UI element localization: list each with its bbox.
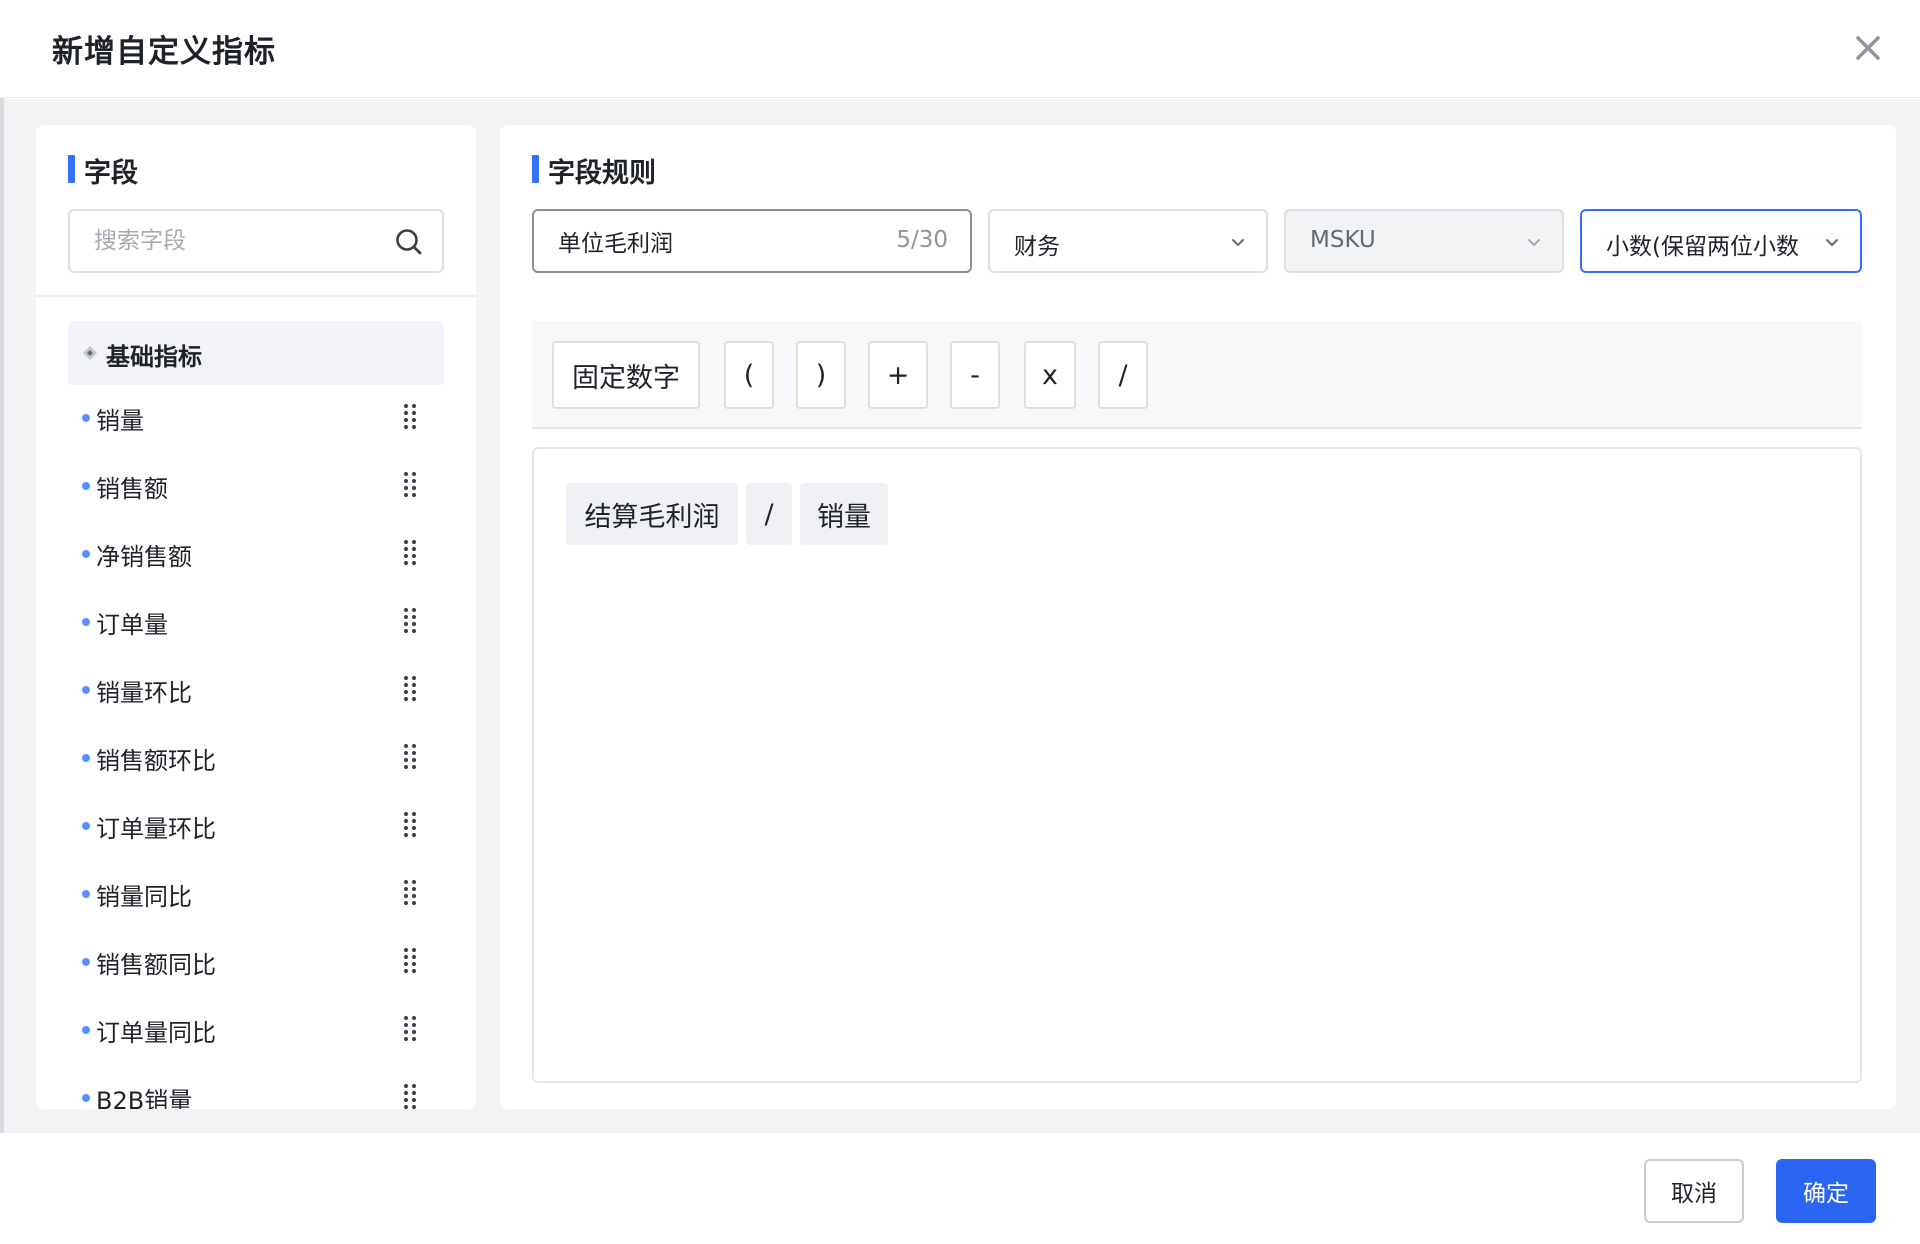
drag-handle-icon[interactable] — [402, 538, 418, 568]
field-label: 销售额环比 — [96, 747, 216, 775]
field-label: 销售额同比 — [96, 951, 216, 979]
bullet-dot-icon — [82, 1094, 90, 1102]
drag-handle-icon[interactable] — [402, 1014, 418, 1044]
bullet-dot-icon — [82, 754, 90, 762]
drag-handle-icon[interactable] — [402, 946, 418, 976]
bullet-dot-icon — [82, 1026, 90, 1034]
rules-panel-title: 字段规则 — [548, 158, 656, 189]
group-basic-metrics[interactable]: 基础指标 — [68, 321, 444, 385]
list-item[interactable]: 销售额同比 — [68, 933, 444, 989]
close-button[interactable] — [1846, 26, 1890, 70]
drag-handle-icon[interactable] — [402, 402, 418, 432]
dialog-title: 新增自定义指标 — [52, 34, 276, 70]
diamond-icon — [83, 346, 97, 360]
field-search[interactable] — [68, 209, 444, 273]
close-icon — [1856, 36, 1880, 60]
fixed-number-button[interactable]: 固定数字 — [552, 341, 700, 409]
operator-toolbar: 固定数字 ( ) + - x / — [532, 321, 1862, 429]
field-label: 销售额 — [96, 475, 168, 503]
drag-handle-icon[interactable] — [402, 1082, 418, 1109]
formula-token[interactable]: / — [746, 483, 792, 545]
bullet-dot-icon — [82, 686, 90, 694]
close-paren-button[interactable]: ) — [796, 341, 846, 409]
dialog-header: 新增自定义指标 — [0, 0, 1920, 98]
list-item[interactable]: 销量环比 — [68, 661, 444, 717]
dialog-footer: 取消 确定 — [0, 1133, 1920, 1244]
chevron-down-icon — [1826, 239, 1838, 246]
list-item[interactable]: 订单量 — [68, 593, 444, 649]
formula-editor[interactable]: 结算毛利润 / 销量 — [532, 447, 1862, 1083]
section-accent-bar — [68, 155, 75, 183]
list-item[interactable]: 销量 — [68, 389, 444, 445]
cancel-button[interactable]: 取消 — [1644, 1159, 1744, 1223]
drag-handle-icon[interactable] — [402, 742, 418, 772]
dimension-select: MSKU — [1284, 209, 1564, 273]
fields-panel: 字段 基础指标 销量 — [36, 125, 476, 1109]
custom-metric-dialog: 新增自定义指标 字段 搜索字段 基础指标 销量 销售额 净销售额 订单量 销量环… — [0, 0, 1920, 1244]
bullet-dot-icon — [82, 482, 90, 490]
metric-name-field[interactable]: 5/30 — [532, 209, 972, 273]
bullet-dot-icon — [82, 550, 90, 558]
dialog-body: 字段 基础指标 销量 — [4, 99, 1920, 1133]
section-accent-bar — [532, 155, 539, 183]
chevron-down-icon — [1232, 239, 1244, 246]
drag-handle-icon[interactable] — [402, 878, 418, 908]
drag-handle-icon[interactable] — [402, 674, 418, 704]
list-item[interactable]: 订单量环比 — [68, 797, 444, 853]
field-label: 净销售额 — [96, 543, 192, 571]
minus-button[interactable]: - — [950, 341, 1000, 409]
formula-token[interactable]: 销量 — [800, 483, 888, 545]
group-label: 基础指标 — [106, 343, 202, 371]
list-item[interactable]: B2B销量 — [68, 1069, 444, 1109]
search-icon[interactable] — [392, 225, 426, 259]
list-item[interactable]: 订单量同比 — [68, 1001, 444, 1057]
drag-handle-icon[interactable] — [402, 470, 418, 500]
bullet-dot-icon — [82, 618, 90, 626]
list-item[interactable]: 净销售额 — [68, 525, 444, 581]
char-count: 5/30 — [896, 227, 948, 253]
metric-name-input[interactable] — [558, 223, 878, 259]
plus-button[interactable]: + — [868, 341, 928, 409]
divide-button[interactable]: / — [1098, 341, 1148, 409]
field-label: 销量环比 — [96, 679, 192, 707]
field-label: 订单量 — [96, 611, 168, 639]
field-label: 订单量同比 — [96, 1019, 216, 1047]
bullet-dot-icon — [82, 890, 90, 898]
format-select-value: 小数(保留两位小数 — [1606, 234, 1799, 260]
drag-handle-icon[interactable] — [402, 810, 418, 840]
drag-handle-icon[interactable] — [402, 606, 418, 636]
list-item[interactable]: 销售额环比 — [68, 729, 444, 785]
bullet-dot-icon — [82, 822, 90, 830]
divider — [36, 295, 476, 297]
field-list[interactable]: 基础指标 销量 销售额 净销售额 订单量 销量环比 销售额环比 订单量环比 销量… — [36, 321, 476, 1109]
field-label: B2B销量 — [96, 1087, 193, 1109]
category-select-value: 财务 — [1014, 234, 1060, 260]
category-select[interactable]: 财务 — [988, 209, 1268, 273]
multiply-button[interactable]: x — [1024, 341, 1076, 409]
chevron-down-icon — [1528, 239, 1540, 246]
fields-panel-title: 字段 — [84, 158, 138, 189]
field-label: 销量 — [96, 407, 144, 435]
list-item[interactable]: 销售额 — [68, 457, 444, 513]
field-label: 销量同比 — [96, 883, 192, 911]
list-item[interactable]: 销量同比 — [68, 865, 444, 921]
field-label: 订单量环比 — [96, 815, 216, 843]
field-search-input[interactable] — [94, 223, 384, 259]
dimension-select-value: MSKU — [1310, 227, 1376, 253]
format-select[interactable]: 小数(保留两位小数 — [1580, 209, 1862, 273]
confirm-button[interactable]: 确定 — [1776, 1159, 1876, 1223]
rules-panel: 字段规则 5/30 财务 MSKU 小数(保留两位小数 固定数字 ( ) — [500, 125, 1896, 1109]
bullet-dot-icon — [82, 414, 90, 422]
bullet-dot-icon — [82, 958, 90, 966]
open-paren-button[interactable]: ( — [724, 341, 774, 409]
formula-token[interactable]: 结算毛利润 — [566, 483, 738, 545]
